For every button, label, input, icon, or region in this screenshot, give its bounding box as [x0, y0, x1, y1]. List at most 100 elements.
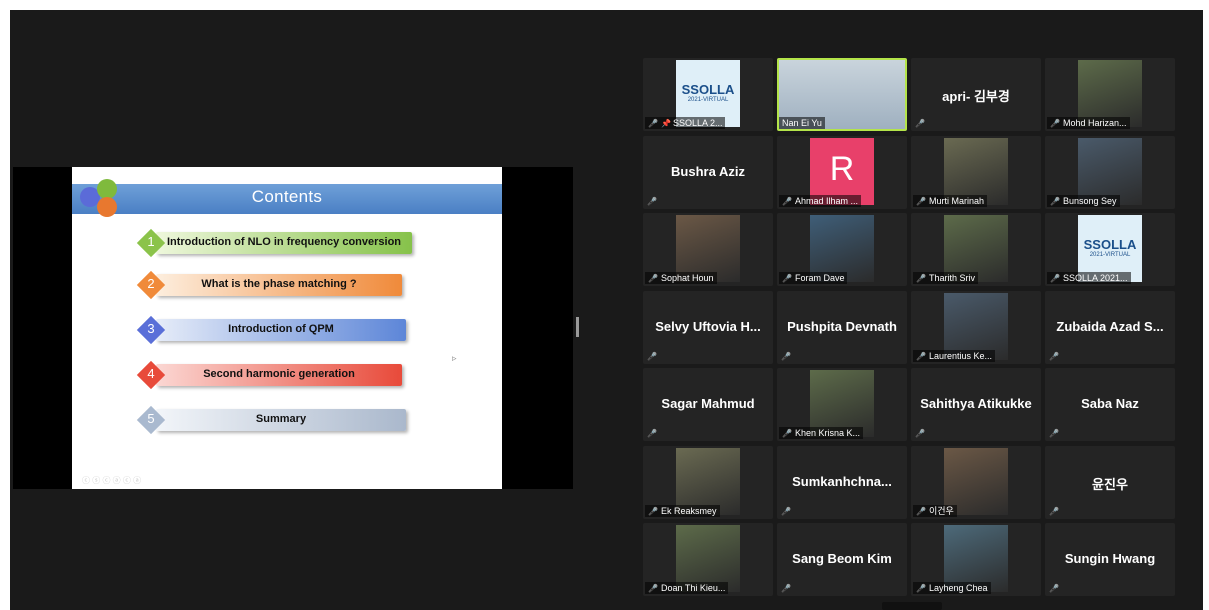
participant-tile[interactable]: Bushra Aziz 🎤 — [643, 136, 773, 209]
mic-muted-icon: 🎤 — [782, 274, 792, 283]
participant-name: Sang Beom Kim — [792, 551, 892, 566]
participant-name-caption: 🎤 Laurentius Ke... — [913, 350, 996, 362]
logo-text: SSOLLA — [681, 82, 735, 97]
mic-muted-icon: 🎤 — [1050, 119, 1060, 128]
participant-tile[interactable]: SSOLLA 2021-VIRTUAL 🎤 📌 SSOLLA 2... — [643, 58, 773, 131]
participant-tile[interactable]: 🎤 Tharith Sriv — [911, 213, 1041, 286]
mic-muted-icon: 🎤 — [648, 274, 658, 283]
participant-name: Sagar Mahmud — [661, 396, 755, 411]
participant-name: Pushpita Devnath — [787, 319, 897, 334]
mic-muted-icon: 🎤 — [916, 197, 926, 206]
participant-name-caption: 🎤 Khen Krisna K... — [779, 427, 864, 439]
participant-tile[interactable]: Pushpita Devnath 🎤 — [777, 291, 907, 364]
participant-name-caption: 🎤 Mohd Harizan... — [1047, 117, 1130, 129]
mic-muted-icon: 🎤 — [916, 507, 926, 516]
slide-title: Contents — [251, 187, 323, 206]
mic-muted-icon: 🎤 — [916, 584, 926, 593]
participant-name: Bushra Aziz — [671, 164, 745, 179]
participant-name-caption: 🎤 SSOLLA 2021... — [1047, 272, 1131, 284]
participant-tile[interactable]: Zubaida Azad S... 🎤 — [1045, 291, 1175, 364]
mic-muted-icon: 🎤 — [781, 584, 791, 593]
participant-tile[interactable]: 🎤 Foram Dave — [777, 213, 907, 286]
participant-name: Sungin Hwang — [1064, 551, 1156, 566]
screen-share-area[interactable]: Contents Introduction of NLO in frequenc… — [13, 167, 573, 489]
mic-muted-icon: 🎤 — [647, 197, 657, 206]
participant-name: Murti Marinah — [928, 196, 984, 206]
mic-muted-icon: 🎤 — [915, 429, 925, 438]
agenda-item-label: Second harmonic generation — [203, 368, 355, 380]
agenda-item-number: 5 — [147, 411, 155, 426]
participant-name-caption: 🎤 Bunsong Sey — [1047, 195, 1120, 207]
logo-subtext: 2021-VIRTUAL — [687, 97, 729, 103]
agenda-item-label: What is the phase matching ? — [201, 278, 357, 290]
mic-muted-icon: 🎤 — [647, 429, 657, 438]
participant-name: Doan Thi Kieu... — [660, 583, 726, 593]
participant-tile[interactable]: 🎤 Khen Krisna K... — [777, 368, 907, 441]
participant-name: Ek Reaksmey — [660, 506, 717, 516]
participant-name: Sahithya Atikukke — [920, 396, 1032, 411]
mic-muted-icon: 🎤 — [915, 119, 925, 128]
participant-tile[interactable]: Selvy Uftovia H... 🎤 — [643, 291, 773, 364]
participant-name-caption: 🎤 Sophat Houn — [645, 272, 717, 284]
participant-tile[interactable]: apri- 김부경 🎤 — [911, 58, 1041, 131]
participant-tile[interactable]: R 🎤 Ahmad Ilham ... — [777, 136, 907, 209]
mic-muted-icon: 🎤 — [1049, 352, 1059, 361]
mic-muted-icon: 🎤 — [916, 352, 926, 361]
participant-tile[interactable]: 🎤 이건우 — [911, 446, 1041, 519]
participant-name: Mohd Harizan... — [1062, 118, 1127, 128]
mic-muted-icon: 🎤 — [1049, 507, 1059, 516]
participant-tile[interactable]: Sumkanhchna... 🎤 — [777, 446, 907, 519]
participant-tile[interactable]: 🎤 Sophat Houn — [643, 213, 773, 286]
participant-name-caption: 🎤 Ek Reaksmey — [645, 505, 720, 517]
agenda-item-number: 1 — [147, 234, 155, 249]
mic-muted-icon: 🎤 — [782, 197, 792, 206]
participant-tile[interactable]: 🎤 Mohd Harizan... — [1045, 58, 1175, 131]
mic-muted-icon: 🎤 — [916, 274, 926, 283]
participant-name-caption: 🎤 Ahmad Ilham ... — [779, 195, 861, 207]
participant-tile[interactable]: Saba Naz 🎤 — [1045, 368, 1175, 441]
participant-name: Khen Krisna K... — [794, 428, 861, 438]
toolbar-handle[interactable] — [882, 602, 942, 610]
participant-name-caption: 🎤 Doan Thi Kieu... — [645, 582, 729, 594]
participant-name-caption: Nan Ei Yu — [779, 117, 825, 129]
participant-tile[interactable]: SSOLLA 2021-VIRTUAL 🎤 SSOLLA 2021... — [1045, 213, 1175, 286]
participant-tile[interactable]: Sungin Hwang 🎤 — [1045, 523, 1175, 596]
participant-name-caption: 🎤 Tharith Sriv — [913, 272, 978, 284]
participant-name: Tharith Sriv — [928, 273, 975, 283]
participant-name: 이건우 — [928, 506, 954, 516]
logo-text: SSOLLA — [1083, 237, 1137, 252]
participant-name-caption: 🎤 Layheng Chea — [913, 582, 991, 594]
agenda-item-number: 3 — [147, 321, 155, 336]
participant-name: Laurentius Ke... — [928, 351, 993, 361]
participant-tile[interactable]: 🎤 Bunsong Sey — [1045, 136, 1175, 209]
presentation-slide: Contents Introduction of NLO in frequenc… — [72, 167, 502, 489]
participant-name: Ahmad Ilham ... — [794, 196, 858, 206]
participant-tile[interactable]: 윤진우 🎤 — [1045, 446, 1175, 519]
participant-name: Layheng Chea — [928, 583, 988, 593]
participant-tile[interactable]: Sang Beom Kim 🎤 — [777, 523, 907, 596]
participant-tile[interactable]: 🎤 Ek Reaksmey — [643, 446, 773, 519]
mic-muted-icon: 🎤 — [648, 119, 658, 128]
mic-muted-icon: 🎤 — [1050, 197, 1060, 206]
participant-name: Selvy Uftovia H... — [655, 319, 761, 334]
participant-tile[interactable]: Nan Ei Yu — [777, 58, 907, 131]
participant-name: Sumkanhchna... — [792, 474, 892, 489]
participant-name: Nan Ei Yu — [782, 118, 822, 128]
participant-name: Bunsong Sey — [1062, 196, 1117, 206]
agenda-item-label: Introduction of NLO in frequency convers… — [166, 236, 402, 248]
agenda-item-label: Summary — [255, 413, 307, 425]
participant-tile[interactable]: 🎤 Murti Marinah — [911, 136, 1041, 209]
mic-muted-icon: 🎤 — [648, 507, 658, 516]
agenda-item-number: 2 — [147, 276, 155, 291]
participant-name: Saba Naz — [1081, 396, 1139, 411]
participant-tile[interactable]: 🎤 Layheng Chea — [911, 523, 1041, 596]
participant-tile[interactable]: Sagar Mahmud 🎤 — [643, 368, 773, 441]
mic-muted-icon: 🎤 — [648, 584, 658, 593]
agenda-item-number: 4 — [147, 366, 155, 381]
mic-muted-icon: 🎤 — [647, 352, 657, 361]
participant-tile[interactable]: Sahithya Atikukke 🎤 — [911, 368, 1041, 441]
participant-tile[interactable]: 🎤 Doan Thi Kieu... — [643, 523, 773, 596]
split-view-handle[interactable] — [576, 317, 579, 337]
pin-icon: 📌 — [660, 119, 671, 128]
participant-tile[interactable]: 🎤 Laurentius Ke... — [911, 291, 1041, 364]
